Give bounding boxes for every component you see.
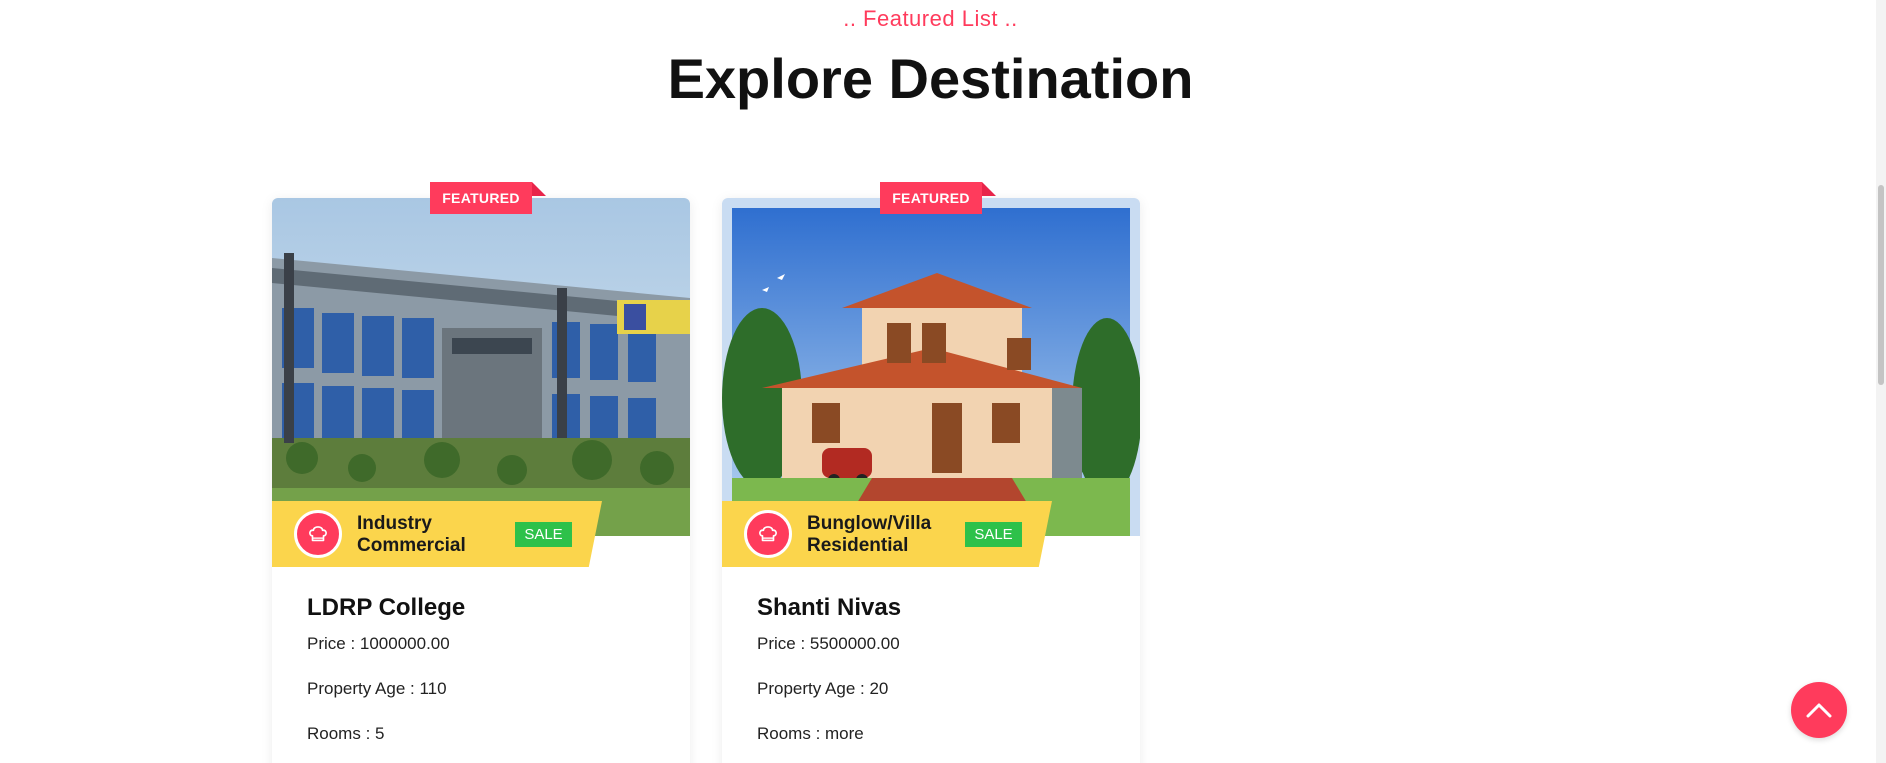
section-subtitle: .. Featured List ..: [843, 6, 1018, 31]
property-card[interactable]: FEATURED: [272, 182, 690, 763]
category-label: Bunglow/Villa Residential: [807, 513, 931, 557]
property-age: Property Age : 20: [757, 679, 889, 698]
page: .. Featured List .. Explore Destination …: [0, 0, 1886, 763]
scrollbar[interactable]: [1876, 0, 1886, 763]
property-age: Property Age : 110: [307, 679, 447, 698]
scrollbar-thumb[interactable]: [1878, 185, 1884, 385]
featured-ribbon: FEATURED: [430, 182, 546, 214]
scroll-to-top-button[interactable]: [1791, 682, 1847, 738]
property-price: Price : 5500000.00: [757, 634, 900, 653]
property-name[interactable]: LDRP College: [307, 594, 465, 622]
card-body: Shanti Nivas Price : 5500000.00 Property…: [757, 594, 901, 763]
property-rooms: Rooms : more: [757, 724, 864, 743]
chef-hat-icon: [744, 510, 792, 558]
chef-hat-icon: [294, 510, 342, 558]
property-price: Price : 1000000.00: [307, 634, 450, 653]
category-band: Bunglow/Villa Residential SALE: [722, 501, 1052, 567]
chevron-up-icon: [1806, 703, 1832, 718]
category-group: Residential: [807, 535, 909, 556]
sale-badge: SALE: [965, 522, 1022, 547]
card-body: LDRP College Price : 1000000.00 Property…: [307, 594, 465, 763]
college-building-image: [272, 198, 690, 536]
category-group: Commercial: [357, 535, 466, 556]
property-name[interactable]: Shanti Nivas: [757, 594, 901, 622]
featured-ribbon: FEATURED: [880, 182, 996, 214]
property-card[interactable]: FEATURED: [722, 182, 1140, 763]
property-image[interactable]: [722, 198, 1140, 536]
category-type: Bunglow/Villa: [807, 513, 932, 534]
property-rooms: Rooms : 5: [307, 724, 385, 743]
property-image[interactable]: [272, 198, 690, 536]
category-label: Industry Commercial: [357, 513, 466, 557]
villa-house-image: [722, 198, 1140, 536]
section-title: Explore Destination: [667, 47, 1194, 110]
sale-badge: SALE: [515, 522, 572, 547]
category-type: Industry: [357, 513, 432, 534]
category-band: Industry Commercial SALE: [272, 501, 602, 567]
